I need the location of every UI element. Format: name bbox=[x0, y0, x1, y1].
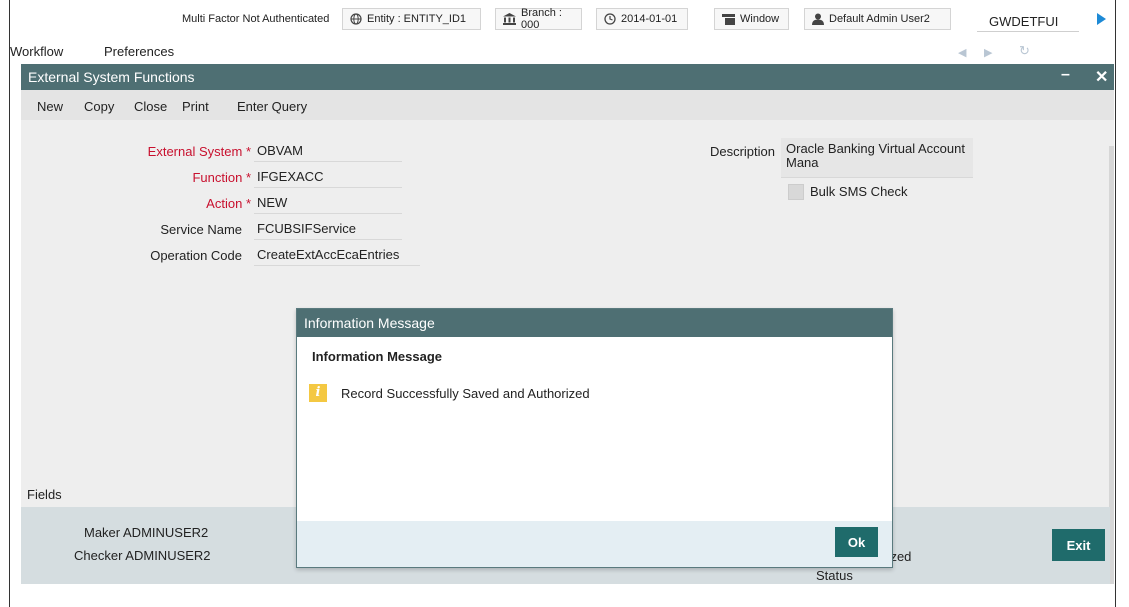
menu-workflow[interactable]: Workflow bbox=[10, 44, 63, 59]
refresh-icon[interactable]: ↻ bbox=[1019, 43, 1030, 59]
window-icon bbox=[722, 13, 735, 25]
date-display[interactable]: 2014-01-01 bbox=[596, 8, 688, 30]
copy-button[interactable]: Copy bbox=[84, 99, 114, 114]
bulk-sms-label: Bulk SMS Check bbox=[810, 184, 908, 199]
description-label: Description bbox=[709, 144, 775, 159]
operation-code-field[interactable]: CreateExtAccEcaEntries bbox=[254, 244, 420, 266]
fields-label: Fields bbox=[27, 487, 62, 502]
checker-label: Checker ADMINUSER2 bbox=[74, 548, 211, 563]
clock-icon bbox=[604, 13, 616, 25]
operation-code-label: Operation Code bbox=[150, 248, 242, 263]
action-field[interactable]: NEW bbox=[254, 192, 402, 214]
window-title-bar: External System Functions – ✕ bbox=[21, 64, 1114, 90]
minimize-icon[interactable]: – bbox=[1061, 66, 1070, 84]
dialog-title-bar: Information Message bbox=[297, 309, 892, 337]
user-icon bbox=[812, 13, 824, 25]
action-label: Action * bbox=[206, 196, 251, 211]
info-icon: i bbox=[309, 384, 327, 402]
maker-label: Maker ADMINUSER2 bbox=[84, 525, 209, 540]
user-label: Default Admin User2 bbox=[829, 13, 930, 25]
bank-icon bbox=[503, 13, 516, 25]
branch-label: Branch : 000 bbox=[521, 7, 562, 31]
ok-button[interactable]: Ok bbox=[835, 527, 878, 557]
information-dialog: Information Message Information Message … bbox=[296, 308, 893, 568]
mfa-status: Multi Factor Not Authenticated bbox=[182, 13, 330, 25]
date-label: 2014-01-01 bbox=[621, 13, 678, 25]
function-field[interactable]: IFGEXACC bbox=[254, 166, 402, 188]
external-system-field[interactable]: OBVAM bbox=[254, 140, 402, 162]
window-label: Window bbox=[740, 13, 780, 25]
dialog-message: Record Successfully Saved and Authorized bbox=[341, 386, 590, 401]
top-status-bar: Multi Factor Not Authenticated Entity : … bbox=[10, 0, 1114, 42]
bulk-sms-checkbox[interactable] bbox=[788, 184, 804, 200]
external-system-label: External System * bbox=[147, 144, 251, 159]
nav-next-icon[interactable]: ▶ bbox=[984, 46, 992, 59]
menu-bar: Workflow Preferences ◀ ▶ ↻ bbox=[10, 42, 1114, 64]
enter-query-button[interactable]: Enter Query bbox=[237, 99, 307, 114]
description-field[interactable]: Oracle Banking Virtual Account Mana bbox=[781, 138, 973, 178]
menu-preferences[interactable]: Preferences bbox=[104, 44, 174, 59]
dialog-title: Information Message bbox=[304, 315, 435, 331]
exit-button[interactable]: Exit bbox=[1052, 529, 1105, 561]
service-name-label: Service Name bbox=[160, 222, 242, 237]
go-arrow-icon[interactable] bbox=[1097, 13, 1106, 25]
service-name-field[interactable]: FCUBSIFService bbox=[254, 218, 402, 240]
dialog-heading: Information Message bbox=[312, 349, 443, 364]
entity-selector[interactable]: Entity : ENTITY_ID1 bbox=[342, 8, 481, 30]
user-menu[interactable]: Default Admin User2 bbox=[804, 8, 951, 30]
window-title: External System Functions bbox=[28, 69, 195, 85]
close-button[interactable]: Close bbox=[134, 99, 167, 114]
close-icon[interactable]: ✕ bbox=[1095, 67, 1108, 87]
new-button[interactable]: New bbox=[37, 99, 63, 114]
entity-label: Entity : ENTITY_ID1 bbox=[367, 13, 467, 25]
dialog-footer: Ok bbox=[297, 521, 892, 567]
status-label: Status bbox=[816, 568, 853, 583]
window-toolbar: New Copy Close Print Enter Query bbox=[21, 90, 1114, 120]
function-label: Function * bbox=[192, 170, 251, 185]
globe-icon bbox=[350, 13, 362, 25]
nav-prev-icon[interactable]: ◀ bbox=[958, 46, 966, 59]
branch-selector[interactable]: Branch : 000 bbox=[495, 7, 582, 31]
window-menu[interactable]: Window bbox=[714, 8, 789, 30]
function-id-input[interactable]: GWDETFUI bbox=[977, 8, 1079, 32]
print-button[interactable]: Print bbox=[182, 99, 209, 114]
